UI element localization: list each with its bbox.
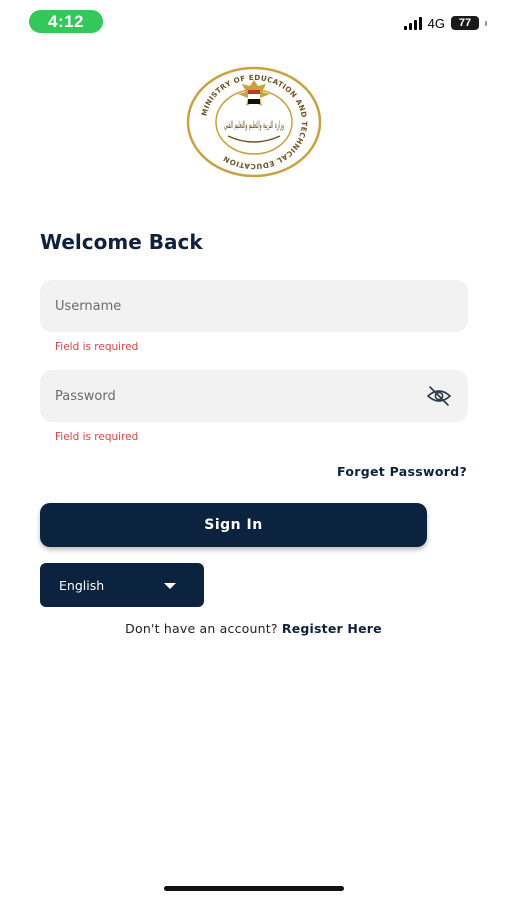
forget-password-link[interactable]: Forget Password?	[337, 464, 467, 479]
battery-level: 77	[458, 17, 472, 29]
register-prompt: Don't have an account?	[125, 621, 278, 636]
cellular-signal-icon	[403, 16, 422, 30]
password-field[interactable]	[40, 370, 468, 422]
logo-arabic-text: وزارة التربية والتعليم والتعليم الفني	[224, 120, 284, 131]
language-dropdown[interactable]: English	[40, 563, 204, 607]
register-row: Don't have an account? Register Here	[0, 621, 507, 636]
ministry-logo: MINISTRY OF EDUCATION AND TECHNICAL EDUC…	[186, 66, 322, 178]
sign-in-button[interactable]: Sign In	[40, 503, 427, 547]
eye-off-icon[interactable]	[426, 385, 452, 407]
language-selected: English	[59, 577, 105, 593]
caret-down-icon	[164, 583, 176, 589]
username-input[interactable]	[55, 280, 453, 332]
password-input[interactable]	[55, 370, 453, 422]
status-time: 4:12	[29, 10, 103, 33]
battery-icon: 77	[451, 16, 479, 30]
status-indicators: 4G 77	[403, 14, 487, 32]
username-field[interactable]	[40, 280, 468, 332]
battery-tip	[485, 20, 487, 26]
username-error: Field is required	[55, 341, 139, 353]
password-error: Field is required	[55, 431, 139, 443]
network-type: 4G	[427, 15, 445, 31]
register-link[interactable]: Register Here	[282, 621, 382, 636]
home-indicator[interactable]	[164, 886, 344, 891]
page-title: Welcome Back	[40, 230, 203, 254]
